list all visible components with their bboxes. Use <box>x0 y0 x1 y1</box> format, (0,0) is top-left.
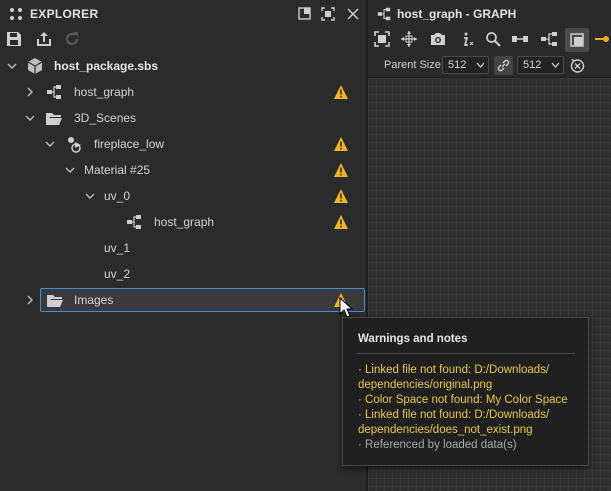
folder-open-icon <box>47 295 63 307</box>
tree-item-label: host_package.sbs <box>54 59 159 73</box>
parent-size-width-select[interactable]: 512 <box>442 56 489 74</box>
chevron-down-icon[interactable] <box>83 189 97 203</box>
folder-open-icon <box>46 113 62 125</box>
publish-icon[interactable] <box>35 30 53 48</box>
warning-icon[interactable] <box>333 214 349 230</box>
tooltip-warning-line: · Linked file not found: D:/Downloads/ <box>358 409 550 421</box>
tree-item-label: Images <box>74 293 114 307</box>
info-icon[interactable] <box>458 30 476 48</box>
explorer-title: EXPLORER <box>30 7 99 21</box>
warning-icon[interactable] <box>333 162 349 178</box>
tooltip-divider <box>357 353 575 354</box>
graph-header: host_graph - GRAPH <box>368 0 611 28</box>
tree-item-uv-2[interactable]: uv_2 <box>0 261 366 287</box>
explorer-panel: EXPLORER host_package.sbs host_graph 3D_… <box>0 0 366 491</box>
tree-item-fireplace-low[interactable]: fireplace_low <box>0 131 366 157</box>
panels-icon <box>570 33 584 47</box>
graph-icon <box>377 7 391 21</box>
warning-icon[interactable] <box>333 136 349 152</box>
tree-item-host-graph[interactable]: host_graph <box>0 79 366 105</box>
chevron-down-icon <box>551 62 560 68</box>
tooltip-warning-line: · Color Space not found: My Color Space <box>358 394 568 406</box>
float-panel-icon[interactable] <box>320 6 336 22</box>
explorer-panel-icon <box>10 8 22 20</box>
tree-item-uv-0[interactable]: uv_0 <box>0 183 366 209</box>
parent-size-height-select[interactable]: 512 <box>517 56 564 74</box>
mouse-cursor-icon <box>339 297 353 318</box>
chevron-right-icon[interactable] <box>23 85 37 99</box>
tree-item-material-25[interactable]: Material #25 <box>0 157 366 183</box>
graph-toolbar <box>368 28 611 52</box>
parent-size-label: Parent Size: <box>384 59 444 71</box>
tree-item-host-package[interactable]: host_package.sbs <box>0 53 366 79</box>
toolbar-toggle-active[interactable] <box>565 28 589 52</box>
parent-size-height-value: 512 <box>523 59 542 71</box>
package-icon <box>27 58 43 74</box>
save-icon[interactable] <box>5 30 23 48</box>
warning-icon[interactable] <box>333 84 349 100</box>
chevron-down-icon <box>476 62 485 68</box>
chevron-down-icon[interactable] <box>43 137 57 151</box>
graph-icon <box>47 85 61 99</box>
tooltip-warning-line: dependencies/original.png <box>358 379 493 391</box>
reload-icon[interactable] <box>63 30 81 48</box>
tree-item-3d-scenes[interactable]: 3D_Scenes <box>0 105 366 131</box>
scene-icon <box>68 137 81 153</box>
frame-selected-icon[interactable] <box>400 30 418 48</box>
tree-item-label: uv_0 <box>104 189 131 203</box>
explorer-toolbar <box>0 28 366 52</box>
camera-icon[interactable] <box>429 30 447 48</box>
tree-item-label: uv_2 <box>104 267 131 281</box>
parent-size-width-value: 512 <box>448 59 467 71</box>
reset-size-icon[interactable] <box>569 57 586 74</box>
close-icon[interactable] <box>345 6 361 22</box>
explorer-header: EXPLORER <box>0 0 366 28</box>
chevron-down-icon[interactable] <box>63 163 77 177</box>
frame-all-icon[interactable] <box>373 30 391 48</box>
tree-item-host-graph-nested[interactable]: host_graph <box>0 209 366 235</box>
tooltip-warning-line: · Linked file not found: D:/Downloads/ <box>358 364 550 376</box>
tree-item-label: Material #25 <box>84 163 151 177</box>
warnings-tooltip: Warnings and notes · Linked file not fou… <box>342 317 589 466</box>
parent-size-bar: Parent Size: 512 512 <box>368 52 611 78</box>
tree-item-label: host_graph <box>154 215 215 229</box>
link-size-toggle[interactable] <box>494 56 513 75</box>
tree-item-label: 3D_Scenes <box>74 111 137 125</box>
maximize-panel-icon[interactable] <box>297 6 313 22</box>
graph-title: host_graph - GRAPH <box>397 7 517 21</box>
connect-icon[interactable] <box>511 30 529 48</box>
tree-item-label: fireplace_low <box>94 137 165 151</box>
tree-item-label: uv_1 <box>104 241 131 255</box>
tree-item-uv-1[interactable]: uv_1 <box>0 235 366 261</box>
tree-item-label: host_graph <box>74 85 135 99</box>
search-icon[interactable] <box>484 30 502 48</box>
link-icon <box>497 59 510 72</box>
chevron-right-icon[interactable] <box>23 293 37 307</box>
graph-layout-icon[interactable] <box>540 30 558 48</box>
warning-icon[interactable] <box>333 188 349 204</box>
tooltip-info-line: · Referenced by loaded data(s) <box>358 439 517 451</box>
pin-icon[interactable] <box>595 30 611 48</box>
chevron-down-icon[interactable] <box>5 59 19 73</box>
tooltip-title: Warnings and notes <box>358 333 468 345</box>
graph-icon <box>127 215 141 229</box>
tooltip-warning-line: dependencies/does_not_exist.png <box>358 424 533 436</box>
chevron-down-icon[interactable] <box>23 111 37 125</box>
tree-item-images[interactable]: Images <box>0 287 366 313</box>
